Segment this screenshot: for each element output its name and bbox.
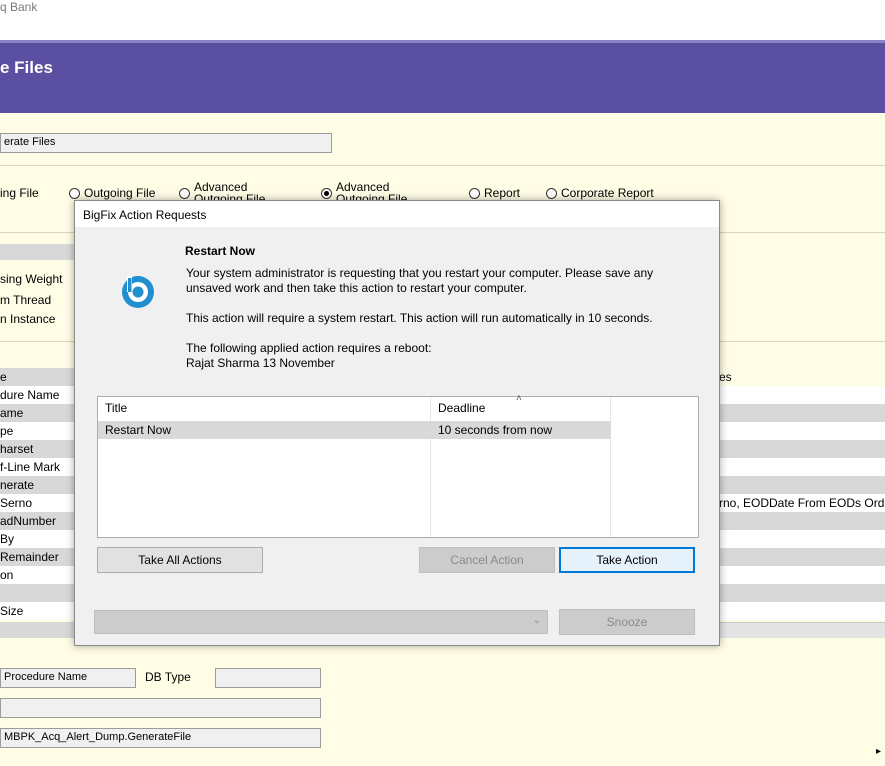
row-title: Restart Now xyxy=(105,423,172,437)
side-label: sing Weight xyxy=(0,272,63,286)
radio-report[interactable]: Report xyxy=(469,187,520,199)
side-label: n Instance xyxy=(0,312,56,326)
empty-field[interactable] xyxy=(0,698,321,718)
radio-corporate-report[interactable]: Corporate Report xyxy=(546,187,654,199)
page-header: e Files xyxy=(0,40,885,113)
grid-row[interactable] xyxy=(0,584,75,602)
column-separator xyxy=(610,397,611,537)
cancel-action-button[interactable]: Cancel Action xyxy=(419,547,555,573)
grid-row[interactable]: dure Name xyxy=(0,386,75,404)
grid-row[interactable] xyxy=(719,458,885,476)
bigfix-logo-icon xyxy=(121,275,155,309)
radio-label: Advanced Outgoing File xyxy=(194,181,266,200)
grid-row[interactable] xyxy=(719,602,885,620)
take-action-button[interactable]: Take Action xyxy=(559,547,695,573)
snooze-button[interactable]: Snooze xyxy=(559,609,695,635)
grid-scrollbar[interactable] xyxy=(0,622,75,638)
properties-grid: e dure Name ame pe harset f-Line Mark ne… xyxy=(0,368,75,620)
grid-row[interactable]: e xyxy=(0,368,75,386)
grid-scrollbar[interactable] xyxy=(719,622,885,638)
radio-advanced-outgoing-pipeline[interactable]: Advanced Outgoing File (pipeline) xyxy=(321,181,440,200)
bigfix-dialog: BigFix Action Requests Restart Now Your … xyxy=(74,200,720,646)
table-row[interactable]: Restart Now 10 seconds from now xyxy=(98,421,611,439)
procedure-name-field[interactable]: Procedure Name xyxy=(0,668,136,688)
snooze-duration-select[interactable]: ⌄ xyxy=(94,610,548,634)
take-all-actions-button[interactable]: Take All Actions xyxy=(97,547,263,573)
dialog-reboot-note: The following applied action requires a … xyxy=(186,341,432,355)
grid-header: es xyxy=(719,368,885,386)
grid-row[interactable]: Remainder xyxy=(0,548,75,566)
radio-button[interactable] xyxy=(469,188,480,199)
row-deadline: 10 seconds from now xyxy=(438,423,553,437)
radio-label: Advanced Outgoing File (pipeline) xyxy=(336,181,408,200)
sort-ascending-icon: ˄ xyxy=(516,393,522,404)
dialog-title: BigFix Action Requests xyxy=(83,208,207,222)
radio-button-selected[interactable] xyxy=(321,188,332,199)
dialog-message: Your system administrator is requesting … xyxy=(186,266,654,295)
radio-outgoing-file[interactable]: Outgoing File xyxy=(69,187,155,199)
radio-advanced-outgoing-file[interactable]: Advanced Outgoing File xyxy=(179,181,298,200)
grid-row[interactable] xyxy=(719,584,885,602)
column-separator xyxy=(430,397,431,537)
grid-row[interactable] xyxy=(719,548,885,566)
radio-incoming-file[interactable]: ing File xyxy=(0,187,39,199)
grid-row[interactable]: rno, EODDate From EODs Ord xyxy=(719,494,885,512)
dialog-restart-note: This action will require a system restar… xyxy=(186,311,653,325)
dialog-action-name: Rajat Sharma 13 November xyxy=(186,356,335,370)
actions-table: Title Deadline ˄ Restart Now 10 seconds … xyxy=(97,393,699,538)
dialog-titlebar: BigFix Action Requests xyxy=(75,201,719,227)
column-header-title[interactable]: Title xyxy=(98,397,430,419)
grid-row[interactable]: pe xyxy=(0,422,75,440)
values-grid: es rno, EODDate From EODs Ord xyxy=(719,368,885,620)
grid-row[interactable]: on xyxy=(0,566,75,584)
divider xyxy=(0,165,885,166)
chevron-down-icon: ⌄ xyxy=(532,615,541,626)
grid-row[interactable]: Size xyxy=(0,602,75,620)
grid-row[interactable]: harset xyxy=(0,440,75,458)
generate-files-field[interactable]: erate Files xyxy=(0,133,332,153)
grid-row[interactable] xyxy=(719,530,885,548)
scroll-right-arrow-icon[interactable]: ▸ xyxy=(876,746,881,757)
radio-button[interactable] xyxy=(69,188,80,199)
grid-row[interactable]: By xyxy=(0,530,75,548)
section-header-bar xyxy=(0,244,75,260)
grid-row[interactable]: Serno xyxy=(0,494,75,512)
radio-label: Report xyxy=(484,186,521,200)
grid-row[interactable] xyxy=(719,386,885,404)
db-type-label: DB Type xyxy=(145,670,191,684)
grid-row[interactable] xyxy=(719,404,885,422)
radio-label: ing File xyxy=(0,186,39,200)
app-titlebar: q Bank xyxy=(0,0,885,40)
side-label: m Thread xyxy=(0,293,52,307)
grid-row[interactable]: nerate xyxy=(0,476,75,494)
db-type-field[interactable] xyxy=(215,668,321,688)
radio-label: Corporate Report xyxy=(561,186,654,200)
grid-row[interactable]: adNumber xyxy=(0,512,75,530)
grid-row[interactable] xyxy=(719,512,885,530)
radio-button[interactable] xyxy=(179,188,190,199)
app-title: q Bank xyxy=(0,0,38,14)
procedure-value-field[interactable]: MBPK_Acq_Alert_Dump.GenerateFile xyxy=(0,728,321,748)
grid-row[interactable] xyxy=(719,440,885,458)
grid-row[interactable] xyxy=(719,422,885,440)
grid-row[interactable] xyxy=(719,566,885,584)
dialog-heading: Restart Now xyxy=(185,244,256,258)
grid-row[interactable] xyxy=(719,476,885,494)
page-title: e Files xyxy=(0,58,53,77)
radio-button[interactable] xyxy=(546,188,557,199)
radio-label: Outgoing File xyxy=(84,186,156,200)
grid-row[interactable]: ame xyxy=(0,404,75,422)
grid-row[interactable]: f-Line Mark xyxy=(0,458,75,476)
